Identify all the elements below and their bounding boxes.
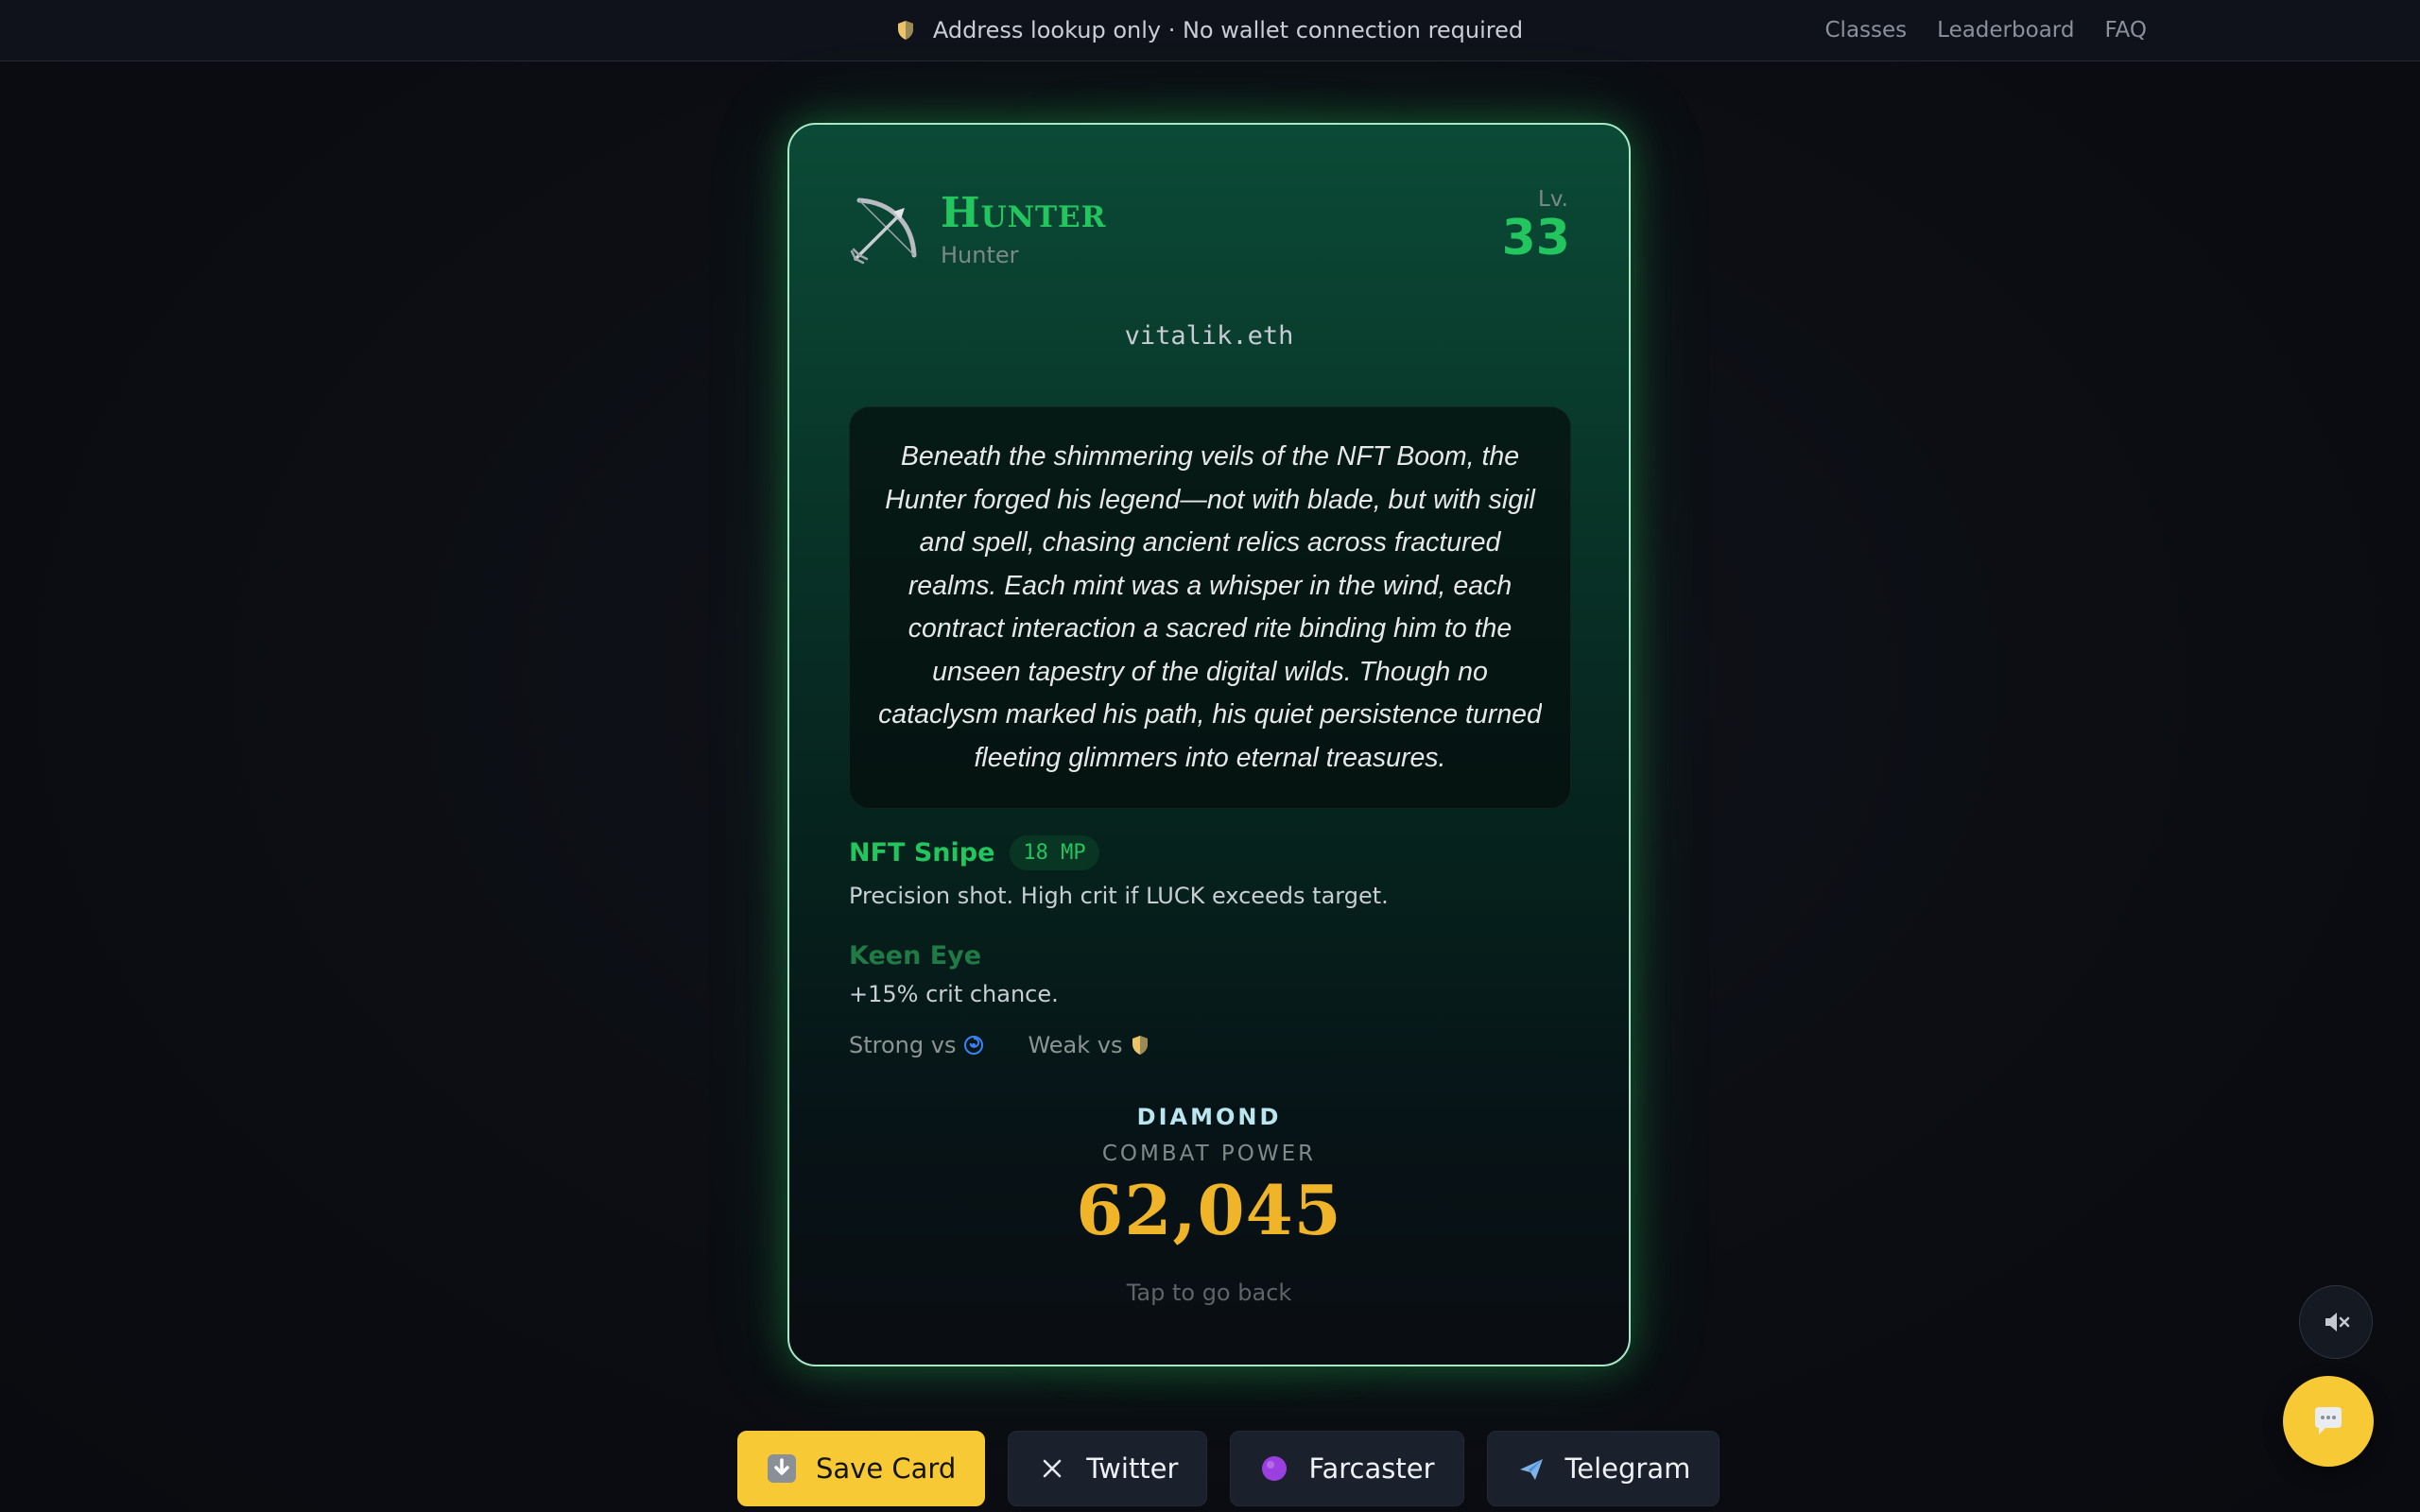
share-twitter-button[interactable]: Twitter	[1008, 1431, 1208, 1506]
mute-toggle-button[interactable]	[2299, 1285, 2373, 1359]
speaker-muted-icon	[2325, 1313, 2350, 1332]
strong-label: Strong vs	[849, 1032, 957, 1058]
share-bar: Save Card Twitter Farcaster Telegram	[737, 1431, 1720, 1506]
class-subtitle: Hunter	[941, 242, 1019, 268]
skill-row: NFT Snipe 18 MP	[849, 835, 1099, 870]
level-label: Lv.	[1538, 187, 1568, 212]
rank-tier: DIAMOND	[1136, 1104, 1282, 1130]
nav-faq-link[interactable]: FAQ	[2104, 18, 2147, 43]
class-title: Hunter	[941, 189, 1107, 237]
nav-classes-link[interactable]: Classes	[1825, 18, 1908, 43]
purple-circle-icon	[1259, 1453, 1289, 1484]
top-nav: Classes Leaderboard FAQ	[1825, 0, 2148, 60]
character-card-back[interactable]: Hunter Hunter Lv. 33 vitalik.eth Beneath…	[787, 123, 1631, 1366]
share-telegram-button[interactable]: Telegram	[1486, 1431, 1720, 1506]
privacy-notice-text: Address lookup only · No wallet connecti…	[932, 17, 1524, 43]
skill-name: NFT Snipe	[849, 838, 995, 868]
nav-leaderboard-link[interactable]: Leaderboard	[1937, 18, 2074, 43]
strong-against: Strong vs	[849, 1032, 984, 1058]
tap-to-go-back-hint[interactable]: Tap to go back	[789, 1280, 1629, 1306]
combat-power-label: COMBAT POWER	[1101, 1142, 1317, 1166]
skill-description: Precision shot. High crit if LUCK exceed…	[849, 883, 1389, 909]
lore-text: Beneath the shimmering veils of the NFT …	[878, 441, 1542, 773]
save-card-label: Save Card	[816, 1452, 957, 1485]
speech-bubble-icon	[2315, 1407, 2342, 1435]
level-value: 33	[1501, 210, 1570, 266]
combat-power-value: 62,045	[1076, 1170, 1342, 1250]
farcaster-label: Farcaster	[1308, 1452, 1435, 1485]
share-farcaster-button[interactable]: Farcaster	[1230, 1431, 1464, 1506]
weak-label: Weak vs	[1028, 1032, 1123, 1058]
telegram-label: Telegram	[1564, 1452, 1691, 1485]
twitter-label: Twitter	[1086, 1452, 1179, 1485]
mp-cost-badge: 18 MP	[1010, 835, 1099, 870]
matchups: Strong vs Weak vs	[849, 1032, 1150, 1058]
bow-and-arrow-icon	[848, 195, 920, 266]
lore-panel: Beneath the shimmering veils of the NFT …	[849, 406, 1571, 809]
airplane-icon	[1516, 1453, 1547, 1484]
passive-name: Keen Eye	[849, 941, 982, 971]
chat-button[interactable]	[2283, 1376, 2374, 1467]
cyclone-icon	[963, 1035, 984, 1056]
top-bar: Address lookup only · No wallet connecti…	[0, 0, 2420, 61]
x-logo-icon	[1037, 1453, 1067, 1484]
wallet-address: vitalik.eth	[1124, 321, 1294, 351]
shield-icon	[897, 20, 914, 41]
save-card-button[interactable]: Save Card	[737, 1431, 986, 1506]
download-icon	[767, 1453, 797, 1484]
weak-against: Weak vs	[1028, 1032, 1150, 1058]
passive-description: +15% crit chance.	[849, 981, 1059, 1007]
shield-icon	[1130, 1035, 1150, 1056]
